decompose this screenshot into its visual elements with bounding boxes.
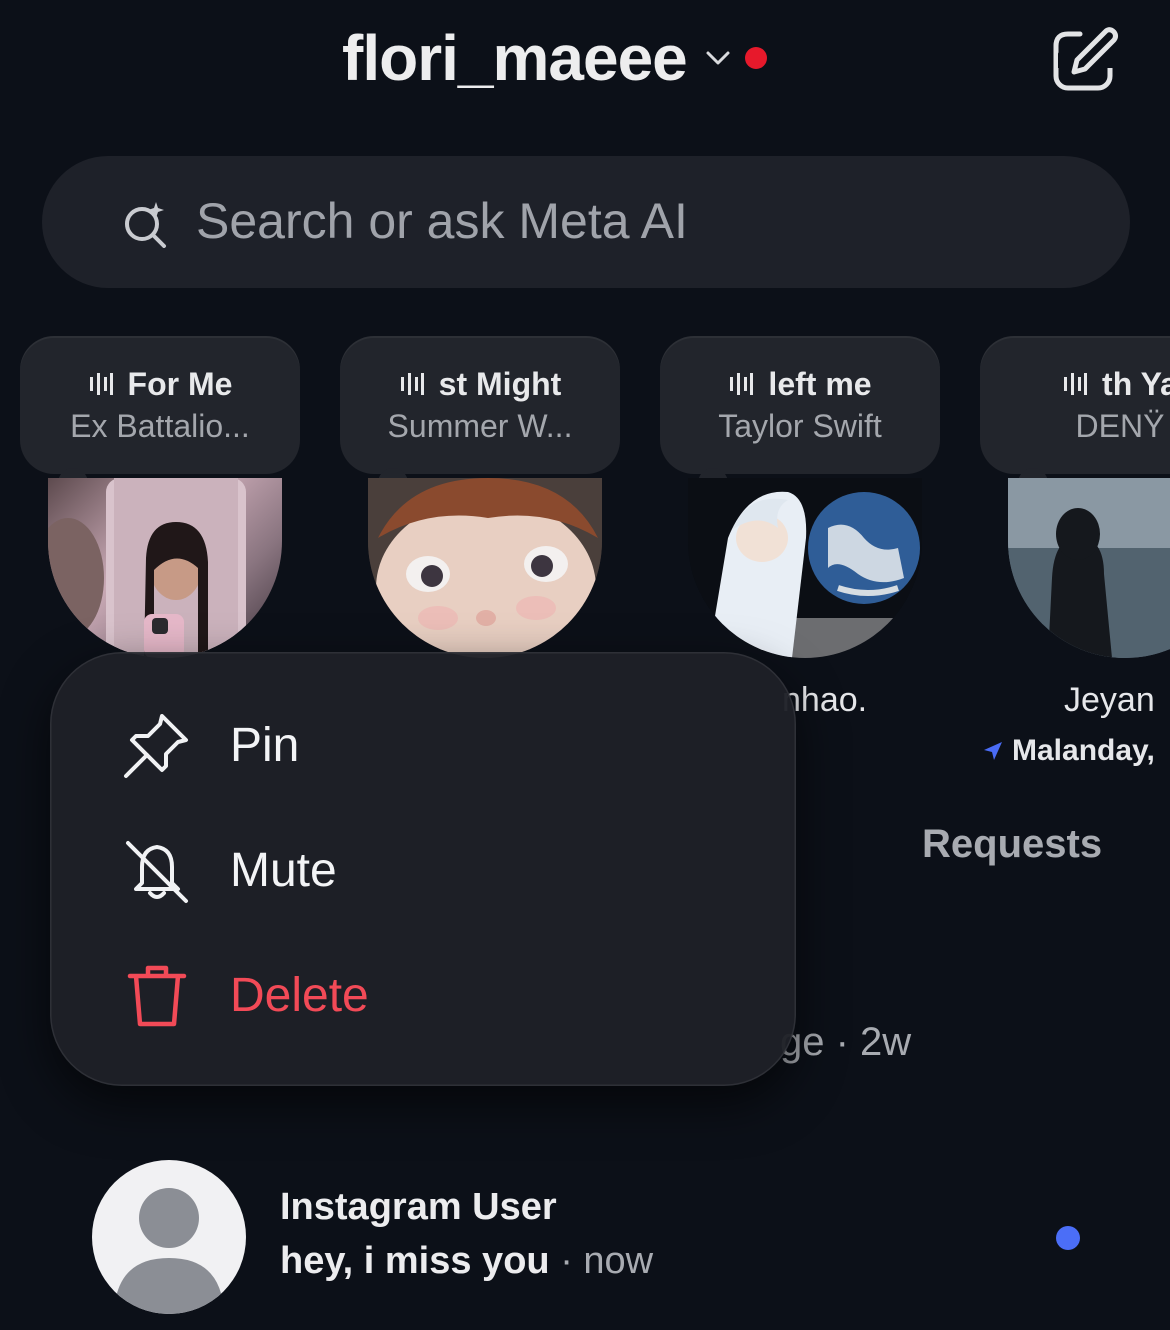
menu-item-pin[interactable]: Pin (50, 690, 796, 800)
default-avatar-icon (114, 1188, 224, 1314)
photo-sea-silhouette (1008, 478, 1170, 658)
note-avatar[interactable] (368, 478, 602, 658)
note-song: For Me (127, 366, 233, 402)
notification-dot (744, 47, 767, 69)
bell-off-icon (126, 841, 188, 903)
note-song: th Ya (1102, 366, 1170, 402)
account-switcher[interactable]: flori_maeee (342, 18, 767, 98)
note-avatar[interactable] (1008, 478, 1170, 658)
message-text: hey, i miss you (280, 1240, 550, 1282)
username-title[interactable]: flori_maeee (342, 21, 688, 95)
note-artist: Ex Battalio... (70, 408, 250, 444)
search-input[interactable]: Search or ask Meta AI (196, 192, 688, 250)
requests-tab[interactable]: Requests (922, 822, 1102, 867)
photo-anime-earth (688, 478, 922, 658)
note-artist: Summer W... (387, 408, 573, 444)
avatar[interactable] (92, 1160, 246, 1314)
messages-screen: flori_maeee Search or ask Meta AI For Me… (0, 0, 1170, 1330)
message-time: now (583, 1240, 654, 1282)
menu-item-mute[interactable]: Mute (50, 815, 796, 925)
photo-selfie-phone (48, 478, 246, 658)
pin-icon (124, 714, 188, 778)
search-bar[interactable]: Search or ask Meta AI (42, 156, 1130, 288)
note-item[interactable]: th Ya DENŸ Jeyan Malanday, (980, 336, 1170, 776)
note-artist: DENŸ (1075, 408, 1165, 444)
note-song: st Might (438, 366, 562, 402)
trash-icon (127, 965, 187, 1027)
location-arrow-icon (984, 742, 1002, 760)
note-song: left me (768, 366, 872, 402)
note-artist: Taylor Swift (718, 408, 882, 444)
chat-last-message[interactable]: hey, i miss you · now (280, 1240, 653, 1283)
menu-label-mute: Mute (230, 843, 337, 897)
note-location: Malanday, (982, 734, 1155, 768)
music-bars-icon (89, 373, 113, 395)
note-bubble[interactable]: For Me Ex Battalio... (20, 336, 300, 474)
music-bars-icon (1064, 373, 1088, 395)
photo-doll-face (368, 478, 602, 658)
menu-item-delete[interactable]: Delete (50, 940, 796, 1050)
note-bubble[interactable]: th Ya DENŸ (980, 336, 1170, 474)
note-location-text: Malanday, (1012, 734, 1155, 767)
meta-ai-search-icon (125, 202, 166, 248)
music-bars-icon (730, 373, 754, 395)
chevron-down-icon[interactable] (703, 43, 733, 73)
chat-preview-partial: ge · 2w (780, 1020, 912, 1064)
note-bubble[interactable]: left me Taylor Swift (660, 336, 940, 474)
menu-label-pin: Pin (230, 718, 300, 772)
context-menu: Pin Mute Delete (50, 652, 796, 1086)
note-avatar[interactable] (688, 478, 922, 658)
note-avatar[interactable] (48, 478, 282, 658)
note-bubble[interactable]: st Might Summer W... (340, 336, 620, 474)
menu-label-delete: Delete (230, 968, 369, 1022)
music-bars-icon (400, 373, 424, 395)
chat-username[interactable]: Instagram User (280, 1186, 557, 1229)
unread-dot (1056, 1226, 1080, 1250)
compose-icon[interactable] (1050, 22, 1122, 94)
note-username: Jeyan (1064, 681, 1155, 719)
separator-dot: · (560, 1240, 573, 1282)
